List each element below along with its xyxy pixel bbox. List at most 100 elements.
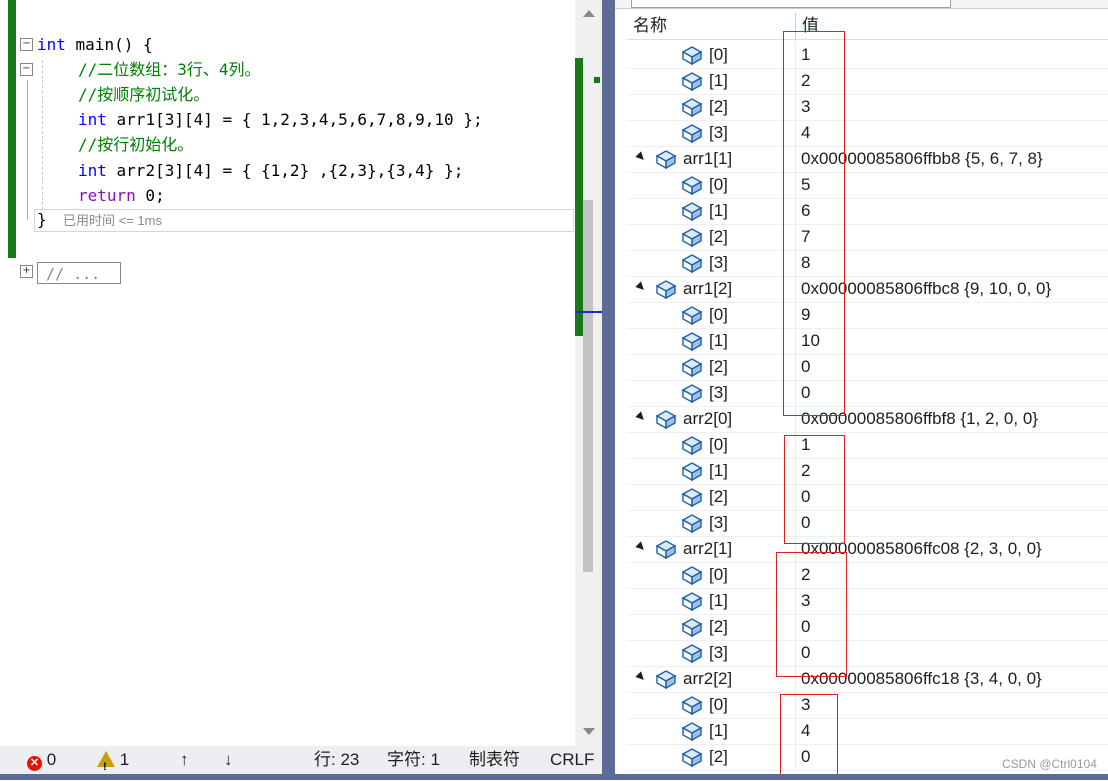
watch-row-element[interactable]: [3] 0	[627, 640, 1108, 667]
watch-row-element[interactable]: [2] 7	[627, 224, 1108, 251]
watch-row-parent[interactable]: arr2[1] 0x00000085806ffc08 {2, 3, 0, 0}	[627, 536, 1108, 563]
variable-cube-icon	[681, 71, 703, 92]
code-line-main[interactable]: int main() {	[37, 32, 602, 57]
variable-cube-icon	[681, 383, 703, 404]
watch-row-element[interactable]: [1] 10	[627, 328, 1108, 355]
watch-row-parent[interactable]: arr2[2] 0x00000085806ffc18 {3, 4, 0, 0}	[627, 666, 1108, 693]
watch-row-element[interactable]: [2] 0	[627, 614, 1108, 641]
line-ending-indicator[interactable]: CRLF	[550, 746, 594, 774]
watch-item-name: [0]	[709, 565, 728, 584]
watch-item-name: [3]	[709, 513, 728, 532]
watch-toolbar	[615, 0, 1108, 9]
watch-item-name: [1]	[709, 461, 728, 480]
watch-row-element[interactable]: [1] 6	[627, 198, 1108, 225]
variable-cube-icon	[681, 513, 703, 534]
variable-cube-icon	[655, 539, 677, 560]
keyword-int: int	[78, 161, 107, 180]
watch-row-element[interactable]: [0] 3	[627, 692, 1108, 719]
collapsed-region[interactable]: // ...	[37, 262, 121, 284]
watch-item-name: [2]	[709, 97, 728, 116]
editor-vertical-scrollbar[interactable]	[575, 0, 602, 746]
variable-cube-icon	[681, 435, 703, 456]
watch-row-parent[interactable]: arr2[0] 0x00000085806ffbf8 {1, 2, 0, 0}	[627, 406, 1108, 433]
variable-cube-icon	[681, 227, 703, 248]
variable-cube-icon	[655, 409, 677, 430]
variable-cube-icon	[681, 123, 703, 144]
watch-row-element[interactable]: [2] 0	[627, 484, 1108, 511]
next-issue-button[interactable]: ↓	[224, 746, 233, 774]
scroll-down-icon[interactable]	[583, 728, 595, 735]
watch-search-box[interactable]	[631, 0, 951, 8]
warning-count[interactable]: ! 1	[97, 746, 129, 774]
keyword-int: int	[37, 35, 66, 54]
collapse-comment-toggle[interactable]: −	[20, 63, 33, 76]
watch-row-element[interactable]: [2] 3	[627, 94, 1108, 121]
line-indicator[interactable]: 行: 23	[314, 746, 359, 774]
tab-mode-indicator[interactable]: 制表符	[469, 746, 520, 774]
watch-row-parent[interactable]: arr1[2] 0x00000085806ffbc8 {9, 10, 0, 0}	[627, 276, 1108, 303]
watch-item-name: [3]	[709, 253, 728, 272]
watch-row-element[interactable]: [0] 9	[627, 302, 1108, 329]
variable-cube-icon	[681, 253, 703, 274]
watch-row-element[interactable]: [1] 3	[627, 588, 1108, 615]
watch-row-element[interactable]: [1] 2	[627, 68, 1108, 95]
name-column-header[interactable]: 名称	[633, 13, 667, 39]
elapsed-time-hint: 已用时间 <= 1ms	[63, 213, 162, 228]
code-line-comment-1[interactable]: //二位数组：3行、4列。	[78, 57, 602, 82]
scrollbar-caret-marker	[575, 311, 602, 313]
watch-item-name: [3]	[709, 123, 728, 142]
highlight-box-arr2-2	[780, 694, 838, 774]
variable-cube-icon	[681, 487, 703, 508]
watch-item-name: arr1[2]	[683, 279, 733, 298]
scroll-up-icon[interactable]	[583, 10, 595, 17]
expand-arrow-icon[interactable]	[635, 411, 647, 423]
watch-row-element[interactable]: [3] 0	[627, 510, 1108, 537]
expand-arrow-icon[interactable]	[635, 541, 647, 553]
highlight-box-arr1	[783, 31, 845, 416]
expand-arrow-icon[interactable]	[635, 671, 647, 683]
expand-arrow-icon[interactable]	[635, 281, 647, 293]
code-line-arr1[interactable]: int arr1[3][4] = { 1,2,3,4,5,6,7,8,9,10 …	[78, 107, 602, 132]
watch-row-element[interactable]: [2] 0	[627, 354, 1108, 381]
error-count[interactable]: ✕ 0	[27, 746, 56, 774]
code-line-comment-2[interactable]: //按顺序初试化。	[78, 82, 602, 107]
scrollbar-thumb[interactable]	[583, 200, 593, 572]
watch-item-name: [2]	[709, 357, 728, 376]
expand-arrow-icon[interactable]	[635, 151, 647, 163]
expand-region-toggle[interactable]: +	[20, 265, 33, 278]
watch-item-name: [2]	[709, 487, 728, 506]
watch-item-name: [1]	[709, 71, 728, 90]
watch-row-element[interactable]: [3] 4	[627, 120, 1108, 147]
warning-count-value: 1	[119, 750, 130, 769]
watch-window[interactable]: 名称 值 [0] 1 [1] 2 [2] 3 [3] 4 arr1[1] 0x0000008580…	[615, 0, 1108, 774]
char-indicator[interactable]: 字符: 1	[387, 746, 440, 774]
error-icon: ✕	[27, 756, 42, 771]
watch-row-element[interactable]: [1] 4	[627, 718, 1108, 745]
watch-row-element[interactable]: [3] 8	[627, 250, 1108, 277]
variable-cube-icon	[681, 175, 703, 196]
code-line-arr2[interactable]: int arr2[3][4] = { {1,2} ,{2,3},{3,4} };	[78, 158, 602, 183]
watch-row-element[interactable]: [0] 5	[627, 172, 1108, 199]
watch-row-element[interactable]: [3] 0	[627, 380, 1108, 407]
code-editor[interactable]: − − int main() { //二位数组：3行、4列。 //按顺序初试化。…	[0, 0, 602, 746]
watch-row-element[interactable]: [1] 2	[627, 458, 1108, 485]
watch-row-element[interactable]: [0] 1	[627, 432, 1108, 459]
watch-item-name: [3]	[709, 643, 728, 662]
code-line-return[interactable]: return 0;	[78, 183, 602, 208]
previous-issue-button[interactable]: ↑	[180, 746, 189, 774]
keyword-return: return	[78, 186, 136, 205]
pane-splitter[interactable]	[602, 0, 615, 780]
watch-column-headers: 名称 值	[627, 13, 1108, 40]
watch-item-name: [3]	[709, 383, 728, 402]
collapse-main-toggle[interactable]: −	[20, 38, 33, 51]
watch-row-element[interactable]: [0] 2	[627, 562, 1108, 589]
watch-item-name: [1]	[709, 201, 728, 220]
highlight-box-arr2-1	[776, 552, 847, 677]
watch-row-element[interactable]: [0] 1	[627, 42, 1108, 69]
scrollbar-change-marker	[575, 58, 583, 336]
indent-guide	[42, 60, 43, 210]
variable-cube-icon	[681, 565, 703, 586]
variable-cube-icon	[681, 461, 703, 482]
code-line-comment-3[interactable]: //按行初始化。	[78, 132, 602, 157]
watch-row-parent[interactable]: arr1[1] 0x00000085806ffbb8 {5, 6, 7, 8}	[627, 146, 1108, 173]
